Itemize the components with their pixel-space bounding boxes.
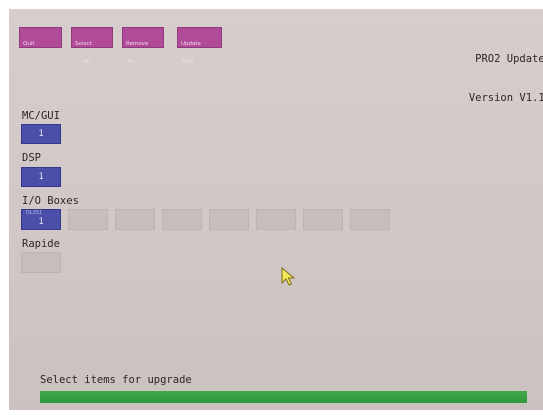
mc-gui-item-button[interactable]: 1 [21, 124, 61, 144]
app-title: PRO2 Updater [475, 53, 543, 65]
remove-all-button[interactable]: Remove All [122, 27, 164, 65]
progress-bar [40, 391, 527, 403]
io-box-slot-8[interactable] [350, 209, 390, 230]
quit-button[interactable]: Quit [19, 27, 62, 48]
quit-button-label: Quit [23, 41, 35, 47]
updater-window: Quit Select All Remove All Update Now PR… [9, 9, 543, 410]
remove-all-label-line1: Remove [126, 41, 149, 47]
remove-all-label-line2: All [127, 59, 134, 65]
io-box-slot-1-value: 1 [38, 217, 44, 227]
version-label: Version V1.15 [468, 92, 543, 104]
io-box-slot-3[interactable] [115, 209, 155, 230]
io-box-slot-6[interactable] [256, 209, 296, 230]
io-box-slot-1[interactable]: DL351 1 [21, 209, 61, 230]
screen: Quit Select All Remove All Update Now PR… [0, 0, 543, 415]
update-now-label-line1: Update [181, 41, 201, 47]
mc-gui-label: MC/GUI [22, 110, 60, 122]
io-box-slot-7[interactable] [303, 209, 343, 230]
update-now-button[interactable]: Update Now [177, 27, 222, 65]
io-box-slot-5[interactable] [209, 209, 249, 230]
io-boxes-label: I/O Boxes [22, 195, 79, 207]
io-box-slot-2[interactable] [68, 209, 108, 230]
io-box-slot-4[interactable] [162, 209, 202, 230]
rapide-slot-1[interactable] [21, 252, 61, 273]
progress-bar-fill [40, 391, 527, 403]
dsp-label: DSP [22, 152, 41, 164]
dsp-item-button[interactable]: 1 [21, 167, 61, 187]
update-now-label-line2: Now [182, 59, 194, 65]
app-title-block: PRO2 Updater Version V1.15 [469, 27, 543, 131]
rapide-label: Rapide [22, 238, 60, 250]
mouse-pointer-icon [281, 267, 296, 286]
select-all-button[interactable]: Select All [71, 27, 113, 65]
status-message: Select items for upgrade [40, 374, 192, 386]
io-box-slot-1-sublabel: DL351 [26, 210, 43, 216]
select-all-label-line2: All [83, 59, 90, 65]
select-all-label-line1: Select [75, 41, 92, 47]
